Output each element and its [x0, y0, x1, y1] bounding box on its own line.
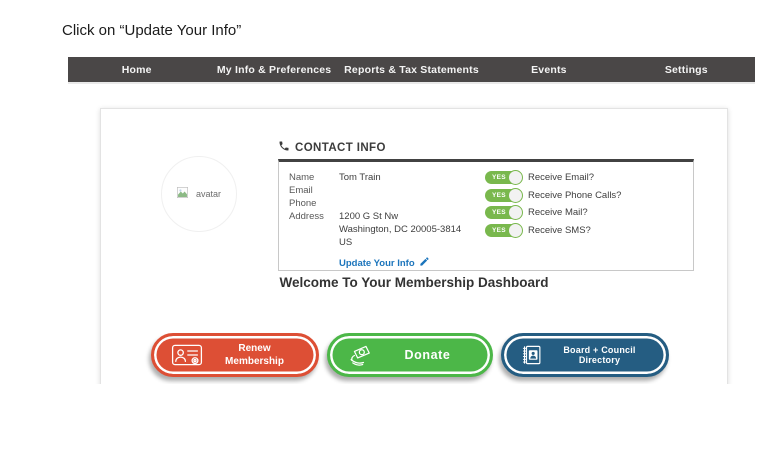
toggle-knob [508, 170, 523, 185]
welcome-heading: Welcome To Your Membership Dashboard [101, 275, 727, 290]
nav-item-my-info-preferences[interactable]: My Info & Preferences [205, 64, 342, 76]
address-line: 1200 G St Nw [339, 210, 461, 223]
field-label: Name [289, 171, 339, 184]
nav-item-events[interactable]: Events [480, 64, 617, 76]
nav-item-reports-tax-statements[interactable]: Reports & Tax Statements [343, 64, 480, 76]
field-value-address: 1200 G St Nw Washington, DC 20005-3814 U… [339, 210, 461, 249]
membership-app-frame: Home My Info & Preferences Reports & Tax… [68, 57, 755, 384]
toggle-knob [508, 188, 523, 203]
board-council-directory-button[interactable]: Board + Council Directory [501, 333, 669, 377]
field-value: Tom Train [339, 171, 381, 184]
avatar-alt-text: avatar [196, 189, 221, 199]
update-your-info-link[interactable]: Update Your Info [339, 256, 430, 270]
phone-icon [278, 140, 290, 155]
donate-button[interactable]: Donate [327, 333, 493, 377]
field-label: Email [289, 184, 339, 197]
toggle-knob [508, 223, 523, 238]
address-line: US [339, 236, 461, 249]
toggle-row-sms: YES Receive SMS? [485, 224, 621, 237]
pencil-icon [419, 256, 430, 270]
board-council-directory-label: Board + Council Directory [543, 345, 666, 365]
toggle-question-label: Receive Phone Calls? [528, 190, 621, 201]
receive-phone-calls-toggle[interactable]: YES [485, 189, 522, 202]
donate-label: Donate [375, 348, 490, 362]
action-buttons-row: Renew Membership Donate [151, 333, 669, 377]
contact-info-title: CONTACT INFO [295, 142, 386, 154]
contact-info-box: Name Tom Train Email Phone Address [278, 159, 694, 271]
top-navbar: Home My Info & Preferences Reports & Tax… [68, 57, 755, 84]
renew-membership-label: Renew Membership [203, 342, 316, 368]
toggle-state-label: YES [492, 192, 506, 199]
dashboard-card: avatar CONTACT INFO Name Tom Train [100, 108, 728, 384]
toggle-question-label: Receive Mail? [528, 207, 588, 218]
directory-book-icon [521, 343, 543, 367]
communication-preferences: YES Receive Email? YES Receive Phone Cal… [485, 171, 621, 241]
toggle-row-phone-calls: YES Receive Phone Calls? [485, 189, 621, 202]
toggle-state-label: YES [492, 174, 506, 181]
toggle-row-mail: YES Receive Mail? [485, 206, 621, 219]
contact-info-header: CONTACT INFO [278, 140, 694, 155]
nav-item-settings[interactable]: Settings [618, 64, 755, 76]
update-your-info-label: Update Your Info [339, 258, 415, 269]
contact-info-section: CONTACT INFO Name Tom Train Email Phone [278, 140, 694, 271]
renew-membership-button[interactable]: Renew Membership [151, 333, 319, 377]
receive-sms-toggle[interactable]: YES [485, 224, 522, 237]
toggle-question-label: Receive SMS? [528, 225, 591, 236]
toggle-knob [508, 205, 523, 220]
task-instruction: Click on “Update Your Info” [62, 22, 241, 39]
toggle-question-label: Receive Email? [528, 172, 594, 183]
donate-hand-icon [347, 343, 375, 368]
field-label: Address [289, 210, 339, 249]
membership-card-icon [171, 343, 203, 367]
toggle-state-label: YES [492, 209, 506, 216]
avatar: avatar [161, 156, 237, 232]
receive-mail-toggle[interactable]: YES [485, 206, 522, 219]
receive-email-toggle[interactable]: YES [485, 171, 522, 184]
toggle-state-label: YES [492, 227, 506, 234]
screenshot-canvas: Click on “Update Your Info” Home My Info… [0, 0, 771, 468]
nav-item-home[interactable]: Home [68, 64, 205, 76]
field-label: Phone [289, 197, 339, 210]
address-line: Washington, DC 20005-3814 [339, 223, 461, 236]
toggle-row-email: YES Receive Email? [485, 171, 621, 184]
broken-image-icon [177, 185, 188, 203]
